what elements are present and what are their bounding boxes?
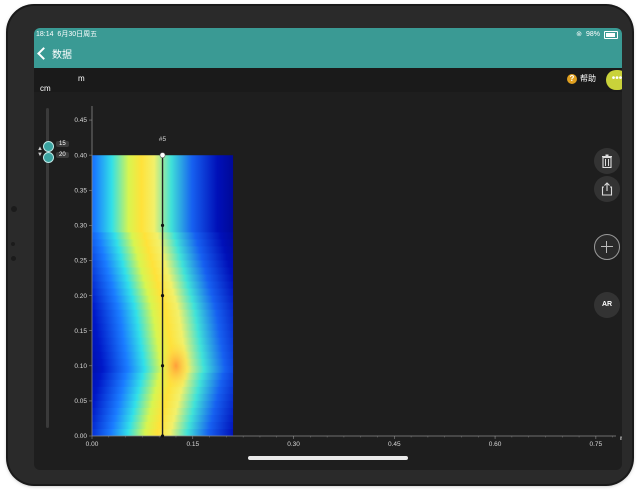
y-tick-label: 0.00 bbox=[74, 433, 87, 440]
x-tick-label: 0.75 bbox=[590, 441, 603, 448]
trash-button[interactable] bbox=[594, 148, 620, 174]
scan-marker-handle[interactable] bbox=[159, 152, 166, 159]
y-tick-label: 0.10 bbox=[74, 363, 87, 370]
x-tick-label: 0.00 bbox=[86, 441, 99, 448]
x-tick-label: 0.45 bbox=[388, 441, 401, 448]
scan-point bbox=[160, 293, 165, 298]
ar-button[interactable]: AR bbox=[594, 292, 620, 318]
y-tick-label: 0.25 bbox=[74, 258, 87, 265]
add-button[interactable] bbox=[594, 234, 620, 260]
x-tick-label: 0.15 bbox=[186, 441, 199, 448]
trash-icon bbox=[602, 154, 612, 168]
app-screen: 18:14 6月30日周五 ⊚ 98% 数据 m ? 帮助 ••• cm ▲ ▼… bbox=[34, 28, 622, 470]
y-tick-label: 0.15 bbox=[74, 328, 87, 335]
y-tick-label: 0.20 bbox=[74, 293, 87, 300]
y-tick-label: 0.45 bbox=[74, 117, 87, 124]
x-axis-label: m bbox=[620, 435, 622, 442]
camera-dot bbox=[11, 206, 17, 212]
y-tick-label: 0.05 bbox=[74, 398, 87, 405]
x-tick-label: 0.30 bbox=[287, 441, 300, 448]
share-icon bbox=[601, 182, 613, 196]
home-indicator bbox=[248, 456, 408, 460]
y-tick-label: 0.40 bbox=[74, 152, 87, 159]
y-tick-label: 0.30 bbox=[74, 223, 87, 230]
scan-marker-label: #5 bbox=[159, 136, 167, 143]
sensor-dot bbox=[11, 242, 15, 246]
device-frame: 18:14 6月30日周五 ⊚ 98% 数据 m ? 帮助 ••• cm ▲ ▼… bbox=[8, 6, 632, 484]
sensor-dot-2 bbox=[11, 256, 16, 261]
scan-point bbox=[160, 434, 165, 438]
scan-point bbox=[160, 223, 165, 227]
x-tick-label: 0.60 bbox=[489, 441, 502, 448]
share-button[interactable] bbox=[594, 176, 620, 202]
scan-point bbox=[160, 364, 165, 368]
y-tick-label: 0.35 bbox=[74, 187, 87, 194]
radar-chart: 0.00 0.05 0.10 0.15 0.20 0.25 0.30 0.35 0.40 0.45… bbox=[74, 106, 622, 448]
